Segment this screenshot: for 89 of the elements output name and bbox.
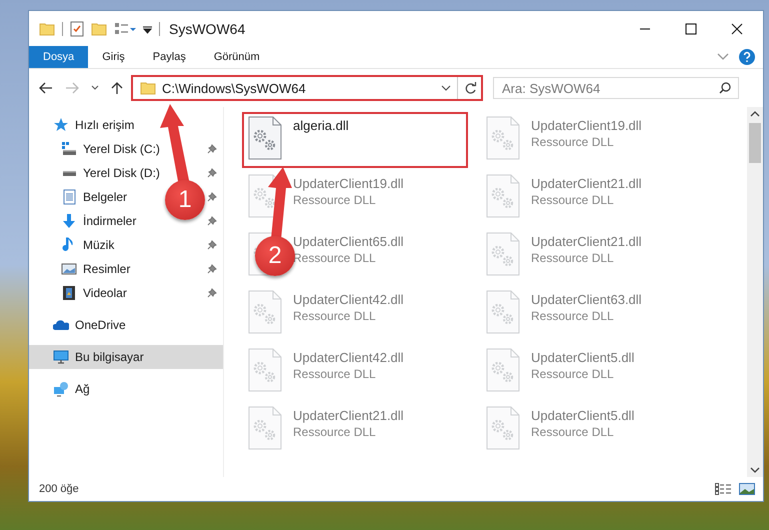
gear-file-icon [486,174,520,218]
gear-file-icon [486,116,520,160]
gear-file-icon [486,406,520,450]
sidebar-item[interactable]: Videolar [83,286,127,300]
document-icon [61,189,77,205]
scroll-down-icon[interactable] [750,467,760,473]
folder-icon [140,81,156,95]
scrollbar[interactable] [747,107,763,477]
sidebar-item[interactable]: Hızlı erişim [29,113,223,137]
sidebar-item[interactable]: Yerel Disk (C:) [83,142,160,156]
file-name[interactable]: UpdaterClient5.dll [531,350,634,365]
scrollbar-thumb[interactable] [749,123,761,163]
file-name[interactable]: UpdaterClient21.dll [293,408,404,423]
gear-file-icon [248,290,282,334]
search-icon[interactable] [719,82,731,94]
pin-icon[interactable] [207,192,217,202]
item-count: 200 öğe [39,483,79,495]
file-type: Ressource DLL [293,309,377,323]
ribbon-tab[interactable]: Görünüm [200,46,274,68]
dropdown-icon[interactable] [441,85,451,91]
file-type: Ressource DLL [531,367,615,381]
file-name[interactable]: algeria.dll [293,118,349,133]
network-icon [53,381,69,397]
file-type: Ressource DLL [293,425,377,439]
ribbon-tab[interactable]: Dosya [29,46,88,68]
file-type: Ressource DLL [531,193,615,207]
pin-icon[interactable] [207,288,217,298]
film-icon [61,285,77,301]
sidebar-item[interactable]: İndirmeler [83,214,136,228]
window-title: SysWOW64 [169,20,246,36]
recent-dropdown-icon[interactable] [91,85,99,91]
pin-icon[interactable] [207,168,217,178]
gear-file-icon [248,406,282,450]
close-icon[interactable] [731,22,743,34]
pin-icon[interactable] [207,216,217,226]
sidebar-item[interactable]: Ağ [29,377,223,401]
file-name[interactable]: UpdaterClient65.dll [293,234,404,249]
file-type: Ressource DLL [531,425,615,439]
file-type: Ressource DLL [531,135,615,149]
pin-icon[interactable] [207,264,217,274]
file-name[interactable]: UpdaterClient42.dll [293,292,404,307]
details-view-icon[interactable] [715,483,731,495]
download-arrow-icon [61,213,77,229]
sidebar-item[interactable]: Resimler [83,262,130,276]
sidebar-item[interactable]: Bu bilgisayar [29,345,223,369]
monitor-icon [53,349,69,365]
help-icon[interactable] [739,49,755,65]
pin-icon[interactable] [207,240,217,250]
sidebar-item[interactable]: Yerel Disk (D:) [83,166,160,180]
scroll-up-icon[interactable] [750,111,760,117]
view-options-icon[interactable] [114,22,136,36]
file-name[interactable]: UpdaterClient42.dll [293,350,404,365]
address-bar[interactable]: C:\Windows\SysWOW64 [131,75,483,101]
file-item[interactable]: algeria.dll [242,112,468,168]
drive-icon [61,170,77,176]
gear-file-icon [486,348,520,392]
drive-icon [61,141,77,157]
ribbon-tab[interactable]: Paylaş [138,46,200,68]
sidebar-item[interactable]: Müzik [83,238,114,252]
file-name[interactable]: UpdaterClient21.dll [531,176,642,191]
thumbnail-view-icon[interactable] [739,483,755,495]
address-path: C:\Windows\SysWOW64 [162,80,307,96]
file-type: Ressource DLL [293,367,377,381]
gear-file-icon [486,232,520,276]
file-type: Ressource DLL [531,309,615,323]
sidebar-item[interactable]: OneDrive [29,313,223,337]
sidebar-item[interactable]: Belgeler [83,190,128,204]
picture-icon [61,261,77,277]
up-arrow-icon[interactable] [111,81,123,95]
file-type: Ressource DLL [531,251,615,265]
gear-file-icon [248,116,282,160]
pin-icon[interactable] [207,144,217,154]
maximize-icon[interactable] [685,22,697,34]
file-name[interactable]: UpdaterClient5.dll [531,408,634,423]
gear-file-icon [248,348,282,392]
star-icon [53,117,69,133]
file-name[interactable]: UpdaterClient63.dll [531,292,642,307]
back-arrow-icon[interactable] [39,82,53,94]
expand-ribbon-icon[interactable] [717,53,729,61]
search-field[interactable]: Ara: SysWOW64 [493,77,739,99]
file-name[interactable]: UpdaterClient19.dll [293,176,404,191]
gear-file-icon [486,290,520,334]
customize-toolbar-icon[interactable] [143,24,152,34]
file-type: Ressource DLL [293,193,377,207]
properties-icon[interactable] [70,20,84,36]
file-name[interactable]: UpdaterClient19.dll [531,118,642,133]
ribbon-tab[interactable]: Giriş [88,46,139,68]
file-name[interactable]: UpdaterClient21.dll [531,234,642,249]
refresh-icon[interactable] [464,82,477,94]
